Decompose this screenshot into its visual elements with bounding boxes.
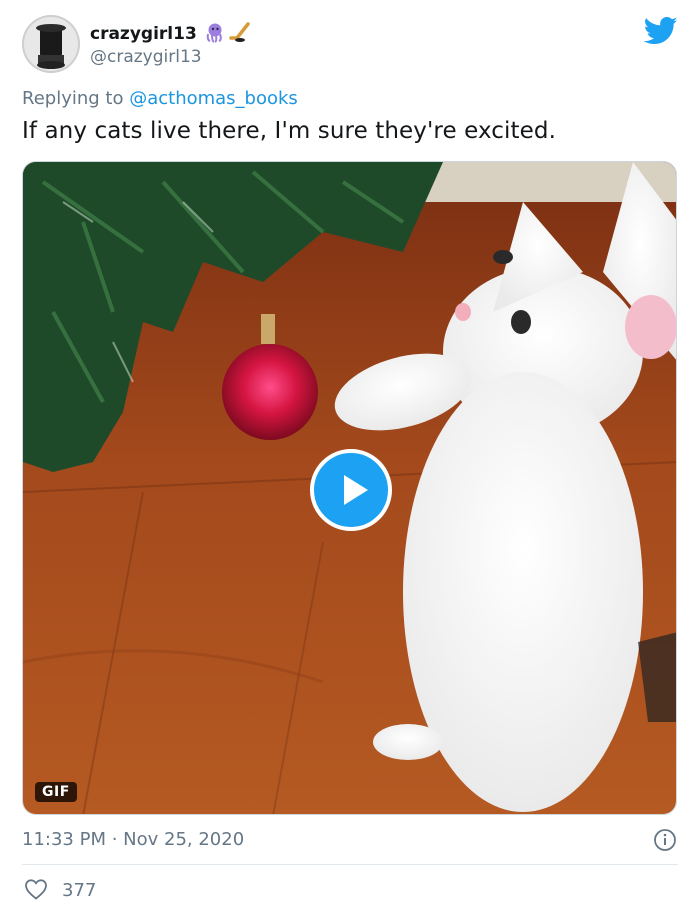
like-count: 377 [62,880,97,901]
avatar[interactable] [22,15,80,73]
replying-to: Replying to @acthomas_books [22,88,298,109]
play-button[interactable] [310,449,392,531]
tweet-card: crazygirl13 @crazygirl13 Replying to @ac… [0,0,700,919]
heart-icon[interactable] [24,878,48,900]
display-name[interactable]: crazygirl13 [90,24,197,44]
divider [22,864,678,865]
tweet-text: If any cats live there, I'm sure they're… [22,118,557,144]
handle[interactable]: @crazygirl13 [90,47,202,67]
octopus-emoji [206,23,222,43]
twitter-bird-icon[interactable] [644,16,678,46]
replying-to-mention[interactable]: @acthomas_books [129,88,298,109]
media-gif[interactable]: GIF [22,161,677,815]
name-emoji-icons [206,22,250,43]
gif-badge: GIF [35,782,77,802]
replying-prefix: Replying to [22,88,130,109]
tweet-timestamp[interactable]: 11:33 PM · Nov 25, 2020 [22,829,244,850]
info-icon[interactable] [653,828,677,852]
hockey-emoji [229,22,250,42]
play-icon [344,475,368,505]
